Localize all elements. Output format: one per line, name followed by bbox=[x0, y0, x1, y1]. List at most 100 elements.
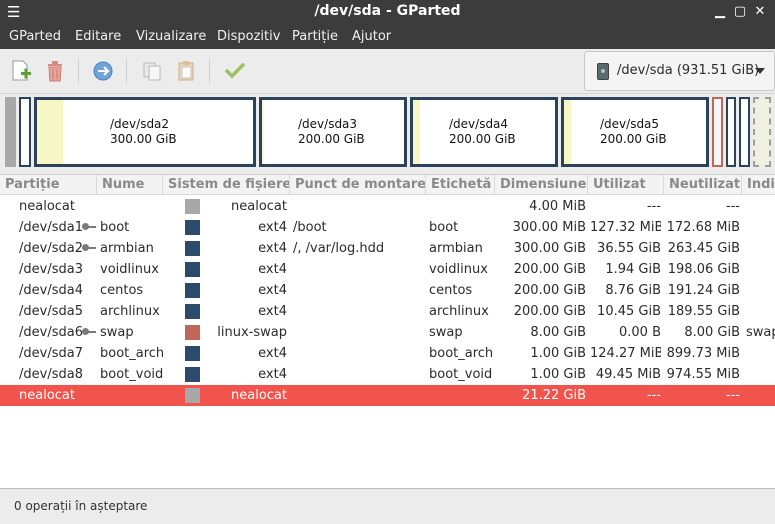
cell-size: 300.00 MiB bbox=[512, 220, 586, 235]
cell-filesystem: ext4 bbox=[258, 241, 287, 256]
cell-flags bbox=[746, 259, 775, 280]
cell-name: centos bbox=[100, 283, 144, 298]
column-indicatori[interactable]: Indi bbox=[742, 175, 775, 195]
cell-size: 200.00 GiB bbox=[513, 304, 586, 319]
cell-partition: /dev/sda6 bbox=[19, 325, 83, 340]
cell-flags: swap bbox=[746, 325, 775, 340]
diskmap-used-bar bbox=[262, 100, 264, 164]
table-row[interactable]: nealocat nealocat 21.22 GiB --- --- bbox=[0, 385, 775, 406]
menu-ajutor[interactable]: Ajutor bbox=[352, 29, 391, 44]
diskmap-partition-name: /dev/sda2 bbox=[110, 117, 170, 131]
column-neutilizat[interactable]: Neutilizat bbox=[664, 175, 742, 195]
cell-label bbox=[429, 196, 495, 217]
maximize-icon[interactable]: ▢ bbox=[731, 4, 749, 20]
key-icon bbox=[82, 244, 96, 252]
diskmap-unallocated[interactable] bbox=[5, 97, 16, 167]
cell-unused: 899.73 MiB bbox=[666, 346, 740, 361]
new-partition-button[interactable] bbox=[7, 57, 35, 85]
diskmap-sda1[interactable] bbox=[19, 97, 31, 167]
table-row[interactable]: /dev/sda5 archlinux ext4 archlinux 200.00 Gi… bbox=[0, 301, 775, 322]
pending-operations-status: 0 operații în așteptare bbox=[14, 499, 148, 513]
table-row[interactable]: /dev/sda1 boot ext4/boot boot 300.00 MiB 127.… bbox=[0, 217, 775, 238]
diskmap-sda3[interactable]: /dev/sda3 200.00 GiB bbox=[259, 97, 407, 167]
diskmap-unallocated-end[interactable] bbox=[753, 97, 771, 167]
resize-move-icon bbox=[93, 61, 113, 81]
device-selector[interactable]: /dev/sda (931.51 GiB) bbox=[584, 51, 775, 91]
cell-flags bbox=[746, 217, 775, 238]
table-row[interactable]: /dev/sda3 voidlinux ext4 voidlinux 200.00 Gi… bbox=[0, 259, 775, 280]
resize-move-button[interactable] bbox=[89, 57, 117, 85]
filesystem-color-swatch bbox=[185, 220, 200, 235]
diskmap-partition-size: 200.00 GiB bbox=[298, 132, 365, 146]
cell-filesystem: ext4 bbox=[258, 283, 287, 298]
cell-size: 21.22 GiB bbox=[522, 388, 586, 403]
column-sistem-fisiere[interactable]: Sistem de fișiere bbox=[163, 175, 290, 195]
filesystem-color-swatch bbox=[185, 283, 200, 298]
cell-used: --- bbox=[646, 199, 661, 214]
column-nume[interactable]: Nume bbox=[97, 175, 163, 195]
cell-unused: 8.00 GiB bbox=[684, 325, 740, 340]
cell-size: 1.00 GiB bbox=[530, 346, 586, 361]
menu-dispozitiv[interactable]: Dispozitiv bbox=[217, 29, 280, 44]
window-title: /dev/sda - GParted bbox=[314, 3, 461, 19]
cell-filesystem: linux-swap bbox=[217, 325, 287, 340]
column-dimensiune[interactable]: Dimensiune bbox=[495, 175, 588, 195]
close-icon[interactable]: ✕ bbox=[751, 4, 769, 20]
menu-editare[interactable]: Editare bbox=[75, 29, 121, 44]
table-row[interactable]: /dev/sda7 boot_arch ext4 boot_arch 1.00 GiB 1… bbox=[0, 343, 775, 364]
cell-mountpoint: /, /var/log.hdd bbox=[293, 241, 385, 256]
column-utilizat[interactable]: Utilizat bbox=[588, 175, 664, 195]
cell-used: 1.94 GiB bbox=[605, 262, 661, 277]
cell-label: armbian bbox=[429, 241, 483, 256]
diskmap-partition-size: 300.00 GiB bbox=[110, 132, 177, 146]
menu-vizualizare[interactable]: Vizualizare bbox=[136, 29, 206, 44]
diskmap-sda8[interactable] bbox=[739, 97, 750, 167]
menu-gparted[interactable]: GParted bbox=[9, 29, 61, 44]
diskmap-used-bar bbox=[564, 100, 572, 164]
cell-size: 1.00 GiB bbox=[530, 367, 586, 382]
cell-name: boot_arch bbox=[100, 346, 164, 361]
filesystem-color-swatch bbox=[185, 262, 200, 277]
minimize-icon[interactable]: ▁ bbox=[711, 4, 729, 20]
apply-button[interactable] bbox=[221, 57, 249, 85]
diskmap-partition-name: /dev/sda4 bbox=[449, 117, 509, 131]
cell-mountpoint bbox=[293, 259, 425, 280]
cell-filesystem: ext4 bbox=[258, 367, 287, 382]
cell-mountpoint bbox=[293, 301, 425, 322]
cell-flags bbox=[746, 343, 775, 364]
copy-button[interactable] bbox=[138, 57, 166, 85]
toolbar-separator bbox=[126, 59, 127, 83]
diskmap-sda7[interactable] bbox=[726, 97, 736, 167]
cell-partition: /dev/sda5 bbox=[19, 304, 83, 319]
menu-bar: GParted Editare Vizualizare Dispozitiv P… bbox=[0, 25, 775, 49]
cell-flags bbox=[746, 301, 775, 322]
column-punct-montare[interactable]: Punct de montare bbox=[290, 175, 426, 195]
diskmap-sda6[interactable] bbox=[712, 97, 723, 167]
diskmap-sda2[interactable]: /dev/sda2 300.00 GiB bbox=[34, 97, 256, 167]
column-eticheta[interactable]: Etichetă bbox=[426, 175, 495, 195]
table-row[interactable]: nealocat nealocat 4.00 MiB --- --- bbox=[0, 196, 775, 217]
filesystem-color-swatch bbox=[185, 367, 200, 382]
diskmap-sda4[interactable]: /dev/sda4 200.00 GiB bbox=[410, 97, 558, 167]
cell-filesystem: nealocat bbox=[231, 199, 287, 214]
key-icon bbox=[82, 223, 96, 231]
cell-mountpoint bbox=[293, 385, 425, 406]
filesystem-color-swatch bbox=[185, 388, 200, 403]
delete-partition-button[interactable] bbox=[41, 57, 69, 85]
diskmap-sda5[interactable]: /dev/sda5 200.00 GiB bbox=[561, 97, 709, 167]
diskmap-used-bar bbox=[413, 100, 421, 164]
column-partitie[interactable]: Partiție bbox=[0, 175, 97, 195]
cell-partition: /dev/sda4 bbox=[19, 283, 83, 298]
table-row[interactable]: /dev/sda4 centos ext4 centos 200.00 GiB 8.76 … bbox=[0, 280, 775, 301]
table-row[interactable]: /dev/sda2 armbian ext4 /, /var/log.hdd armbi… bbox=[0, 238, 775, 259]
title-bar: ☰ /dev/sda - GParted ▁ ▢ ✕ bbox=[0, 0, 775, 25]
paste-button[interactable] bbox=[172, 57, 200, 85]
cell-flags bbox=[746, 238, 775, 259]
cell-mountpoint bbox=[293, 196, 425, 217]
table-row[interactable]: /dev/sda8 boot_void ext4 boot_void 1.00 GiB 4… bbox=[0, 364, 775, 385]
cell-label: boot_void bbox=[429, 367, 493, 382]
cell-used: --- bbox=[646, 388, 661, 403]
menu-partitie[interactable]: Partiție bbox=[292, 29, 338, 44]
table-row[interactable]: /dev/sda6 swap linux-swap swap 8.00 GiB 0.00 … bbox=[0, 322, 775, 343]
diskmap-partition-name: /dev/sda5 bbox=[600, 117, 660, 131]
